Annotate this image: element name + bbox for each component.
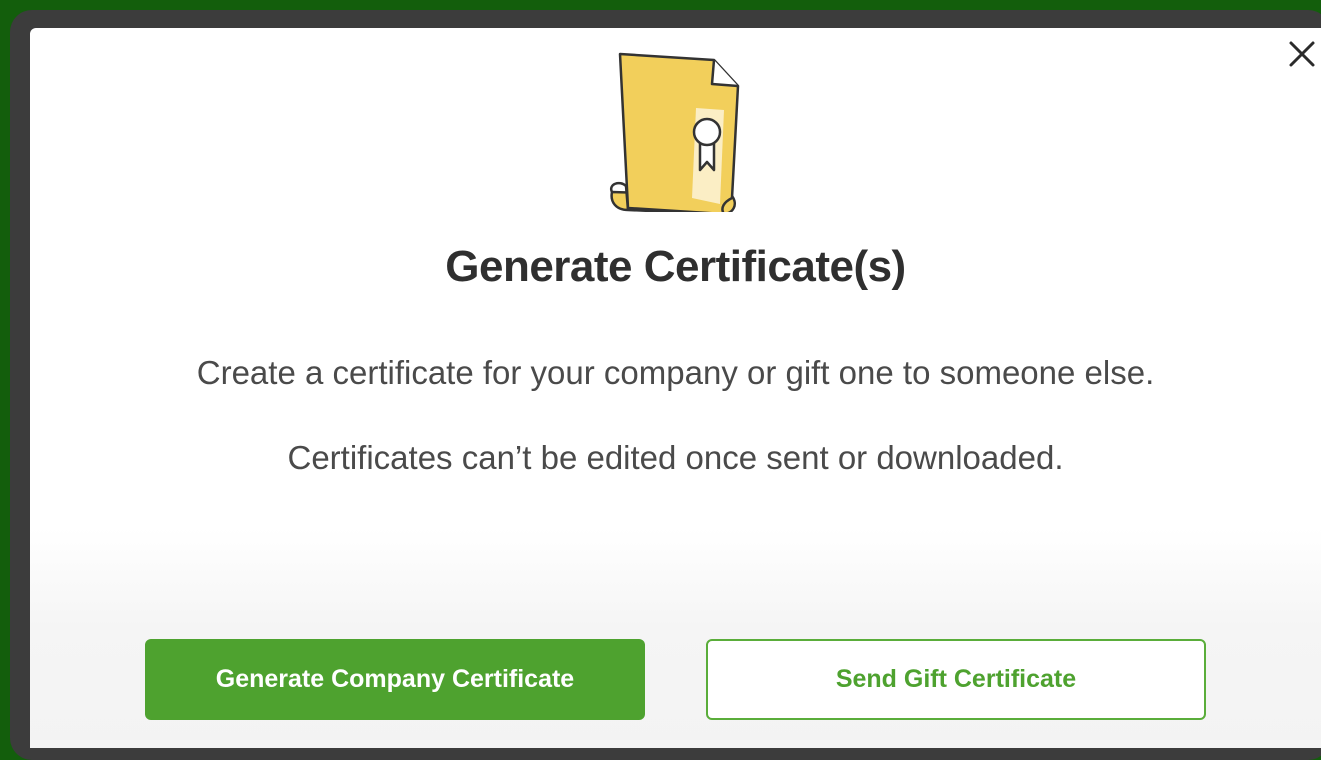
certificate-document-icon [609, 52, 740, 212]
send-gift-certificate-button[interactable]: Send Gift Certificate [706, 639, 1206, 720]
generate-company-certificate-button[interactable]: Generate Company Certificate [145, 639, 645, 720]
close-icon [1289, 41, 1315, 67]
generate-certificate-dialog: Generate Certificate(s) Create a certifi… [30, 28, 1321, 748]
dialog-description: Create a certificate for your company or… [196, 354, 1155, 391]
dialog-title: Generate Certificate(s) [445, 242, 906, 291]
dialog-note: Certificates can’t be edited once sent o… [287, 439, 1064, 476]
close-button[interactable] [1284, 36, 1320, 72]
